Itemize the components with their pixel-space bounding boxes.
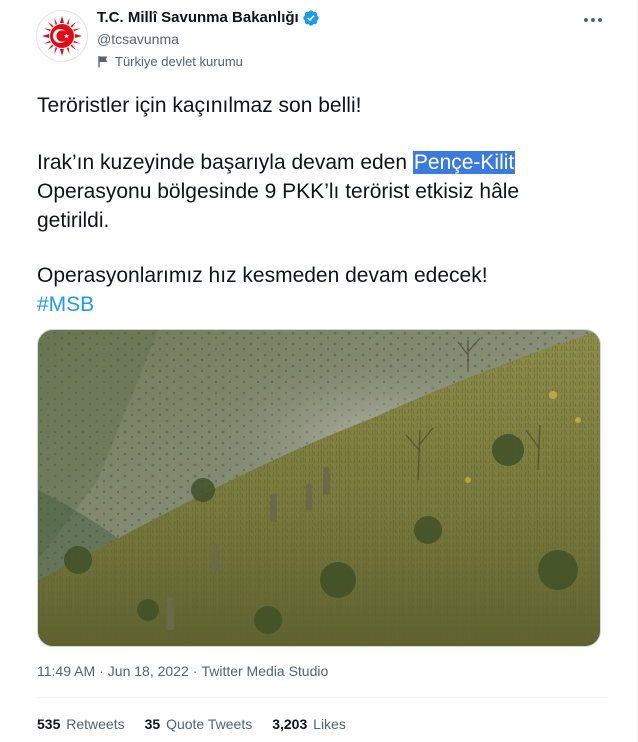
tweet-photo[interactable]: [37, 329, 601, 647]
tweet-text-segment: Irak’ın kuzeyinde başarıyla devam eden: [37, 151, 413, 174]
display-name[interactable]: T.C. Millî Savunma Bakanlığı: [97, 9, 299, 26]
tweet-hashtag-line: #MSB: [37, 290, 607, 319]
tweet-card: T.C. Millî Savunma Bakanlığı @tcsavunma …: [0, 0, 638, 742]
retweets-count: 535: [37, 716, 61, 732]
retweets-label: Retweets: [66, 716, 125, 732]
affiliation-label: Türkiye devlet kurumu: [97, 54, 243, 69]
quote-tweets-count: 35: [144, 716, 161, 732]
ministry-emblem-icon: [41, 15, 83, 57]
more-horizontal-icon: [584, 18, 602, 22]
tweet-text-line: getirildi.: [37, 209, 110, 232]
avatar[interactable]: [36, 10, 88, 62]
divider: [37, 697, 607, 698]
likes-label: Likes: [313, 716, 346, 732]
affiliation-text: Türkiye devlet kurumu: [115, 54, 243, 69]
tweet-stats: 535 Retweets 35 Quote Tweets 3,203 Likes: [37, 716, 366, 732]
flag-icon: [98, 56, 108, 68]
tweet-text-line: Operasyonu bölgesinde 9 PKK’lı terörist …: [37, 180, 520, 203]
meta-separator: ·: [192, 663, 198, 679]
tweet-text-line: Operasyonlarımız hız kesmeden devam edec…: [37, 264, 488, 287]
mountain-photo-image: [38, 330, 600, 646]
tweet-date[interactable]: Jun 18, 2022: [108, 663, 189, 679]
verified-badge-icon: [303, 10, 319, 26]
handle[interactable]: @tcsavunma: [97, 31, 179, 47]
more-options-button[interactable]: [578, 10, 608, 30]
quote-tweets-label: Quote Tweets: [166, 716, 253, 732]
tweet-time[interactable]: 11:49 AM: [37, 663, 95, 679]
likes-count: 3,203: [272, 716, 308, 732]
tweet-text-line: Irak’ın kuzeyinde başarıyla devam eden P…: [37, 148, 607, 177]
likes-stat[interactable]: 3,203 Likes: [272, 716, 346, 732]
hashtag-link[interactable]: #MSB: [37, 293, 94, 316]
tweet-text-line: Teröristler için kaçınılmaz son belli!: [37, 94, 362, 117]
meta-separator: ·: [99, 663, 104, 679]
tweet-meta: 11:49 AM · Jun 18, 2022 · Twitter Media Stud…: [37, 663, 328, 679]
retweets-stat[interactable]: 535 Retweets: [37, 716, 125, 732]
quote-tweets-stat[interactable]: 35 Quote Tweets: [145, 716, 253, 732]
highlighted-text: Pençe-Kilit: [412, 151, 516, 174]
tweet-source[interactable]: Twitter Media Studio: [201, 663, 328, 679]
